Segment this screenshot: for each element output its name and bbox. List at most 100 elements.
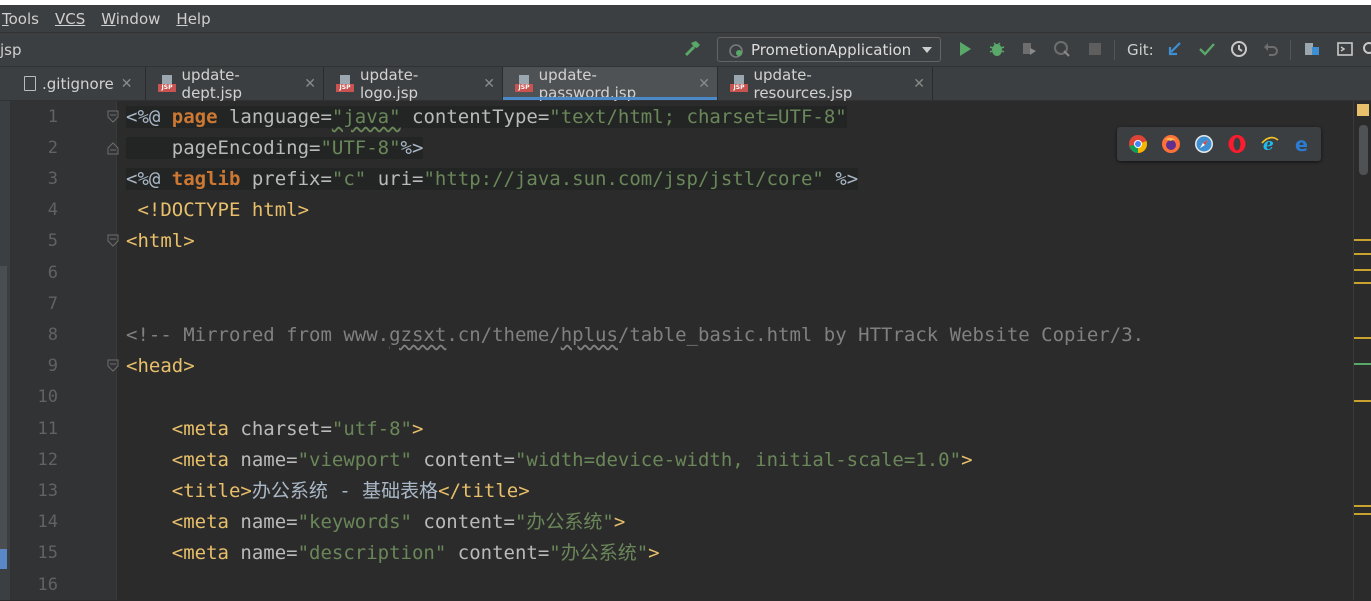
profile-icon[interactable] — [1052, 39, 1072, 59]
menu-tools-mnemonic: T — [2, 9, 9, 28]
string: "办公系统" — [514, 511, 614, 533]
attribute: content= — [411, 511, 515, 533]
run-configuration-select[interactable]: PrometionApplication — [717, 37, 941, 62]
safari-icon[interactable] — [1194, 134, 1214, 154]
warning-marker[interactable] — [1354, 239, 1371, 241]
left-tool-window-strip — [0, 101, 10, 600]
navigation-toolbar: jsp PrometionApplication Git: — [0, 32, 1371, 67]
line-number: 10 — [37, 387, 58, 407]
run-configuration-name: PrometionApplication — [751, 40, 912, 59]
git-label: Git: — [1127, 41, 1154, 59]
tag: <title> — [126, 480, 252, 502]
warning-marker[interactable] — [1354, 337, 1371, 339]
menu-help[interactable]: Help — [168, 10, 218, 28]
internet-explorer-icon[interactable]: e — [1260, 134, 1280, 155]
warning-marker[interactable] — [1354, 400, 1371, 402]
string: "java" — [331, 106, 401, 128]
jsp-file-icon: JSP — [515, 74, 533, 93]
keyword: page — [171, 106, 218, 128]
comment-text: hplus — [560, 324, 618, 346]
line-number: 8 — [47, 325, 58, 345]
code-line-9: <head> — [126, 355, 195, 377]
warning-marker[interactable] — [1354, 505, 1371, 507]
tag: </title> — [438, 480, 530, 502]
line-number: 13 — [37, 481, 58, 501]
rollback-icon[interactable] — [1261, 39, 1281, 59]
stop-icon[interactable] — [1085, 39, 1105, 59]
warning-indicator-icon[interactable] — [1357, 104, 1369, 116]
code-line-12: <meta name="viewport" content="width=dev… — [126, 445, 973, 476]
jsp-directive-open: <%@ — [126, 168, 172, 190]
menu-tools-label: ools — [8, 9, 39, 28]
toolbar-separator — [1290, 40, 1291, 60]
tag: > — [961, 449, 973, 471]
tool-window-button-active[interactable] — [0, 549, 7, 569]
close-icon[interactable]: ✕ — [304, 76, 316, 92]
chrome-icon[interactable] — [1128, 134, 1148, 154]
terminal-icon[interactable] — [1335, 39, 1355, 59]
debug-bug-icon[interactable] — [987, 39, 1007, 59]
build-hammer-icon[interactable] — [682, 39, 702, 64]
tab-update-logo[interactable]: JSP update-logo.jsp ✕ — [324, 66, 503, 102]
warning-marker[interactable] — [1354, 282, 1371, 284]
project-structure-icon[interactable] — [1302, 39, 1322, 59]
close-icon[interactable]: ✕ — [913, 76, 925, 92]
tab-update-resources[interactable]: JSP update-resources.jsp ✕ — [718, 65, 933, 102]
warning-marker[interactable] — [1354, 253, 1371, 255]
tag: <meta — [126, 511, 229, 533]
tab-label: update-resources.jsp — [753, 65, 853, 102]
code-line-5: <html> — [126, 230, 195, 252]
git-update-icon[interactable] — [1165, 39, 1185, 59]
attribute: content= — [446, 542, 550, 564]
open-in-browser-popup: e e — [1117, 127, 1321, 161]
search-everywhere-icon[interactable] — [1360, 39, 1371, 59]
warning-marker[interactable] — [1354, 269, 1371, 271]
text-content: 办公系统 - 基础表格 — [251, 480, 439, 502]
line-number: 11 — [37, 419, 58, 439]
close-icon[interactable]: ✕ — [483, 76, 495, 92]
attribute: contentType= — [400, 106, 550, 128]
comment-text: .cn/theme/ — [446, 324, 561, 346]
string: "keywords" — [297, 511, 412, 533]
change-marker[interactable] — [1354, 363, 1371, 365]
code-line-13: <title>办公系统 - 基础表格</title> — [126, 476, 530, 507]
code-line-1: <%@ page language="java" contentType="te… — [126, 102, 847, 133]
run-with-coverage-icon[interactable] — [1019, 39, 1039, 59]
string: "c" — [331, 168, 367, 190]
string: "width=device-width, initial-scale=1.0" — [514, 449, 962, 471]
tab-update-dept[interactable]: JSP update-dept.jsp ✕ — [146, 66, 324, 102]
string: "viewport" — [297, 449, 412, 471]
run-icon[interactable] — [955, 39, 975, 59]
toolbar-separator — [1114, 40, 1115, 60]
menu-window[interactable]: Window — [93, 10, 168, 28]
line-number: 14 — [37, 512, 58, 532]
tab-gitignore[interactable]: .gitignore ✕ — [0, 67, 146, 100]
breadcrumb[interactable]: jsp — [0, 41, 22, 59]
code-line-2: pageEncoding="UTF-8"%> — [126, 133, 424, 164]
code-line-8: <!-- Mirrored from www.gzsxt.cn/theme/hp… — [126, 320, 1144, 351]
attribute: name= — [228, 511, 298, 533]
menu-vcs[interactable]: VCS — [47, 10, 93, 28]
line-number: 15 — [37, 543, 58, 563]
opera-icon[interactable] — [1227, 134, 1247, 154]
attribute: language= — [217, 106, 332, 128]
close-icon[interactable]: ✕ — [698, 76, 710, 92]
code-editor[interactable]: <%@ page language="java" contentType="te… — [117, 101, 1353, 600]
firefox-icon[interactable] — [1161, 134, 1181, 154]
keyword: taglib — [171, 168, 241, 190]
comment-text: <!-- Mirrored from www. — [126, 324, 390, 346]
close-icon[interactable]: ✕ — [121, 76, 133, 92]
menu-tools[interactable]: Tools — [0, 10, 47, 28]
git-commit-check-icon[interactable] — [1197, 39, 1217, 59]
tab-label: .gitignore — [42, 74, 114, 93]
tool-window-button[interactable] — [0, 266, 7, 556]
line-number: 4 — [47, 200, 58, 220]
history-clock-icon[interactable] — [1229, 39, 1249, 59]
edge-icon[interactable]: e — [1292, 134, 1312, 156]
tab-update-password[interactable]: JSP update-password.jsp ✕ — [503, 66, 718, 102]
error-stripe[interactable] — [1353, 101, 1371, 600]
code-line-3: <%@ taglib prefix="c" uri="http://java.s… — [126, 164, 859, 195]
code-line-14: <meta name="keywords" content="办公系统"> — [126, 507, 626, 538]
warning-marker[interactable] — [1354, 513, 1371, 515]
scrollbar-thumb[interactable] — [1359, 125, 1368, 175]
